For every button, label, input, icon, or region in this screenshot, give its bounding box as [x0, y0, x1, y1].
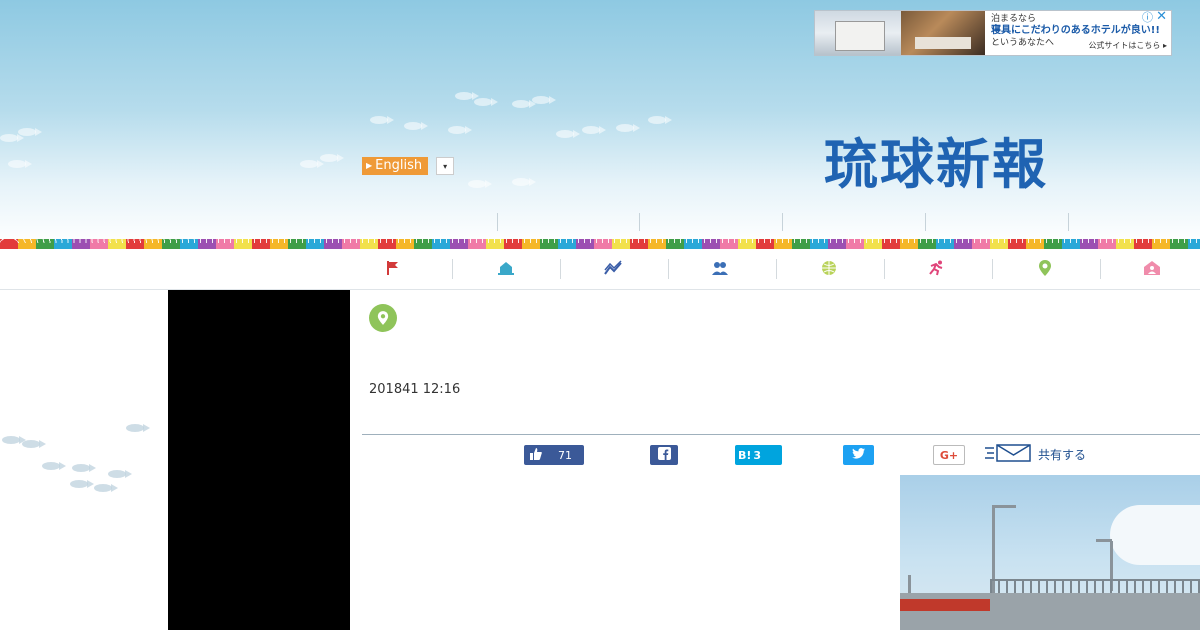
flag-icon[interactable] — [384, 259, 402, 277]
category-navigation — [0, 249, 1200, 290]
globe-icon[interactable] — [820, 259, 838, 277]
chevron-down-icon: ▾ — [443, 161, 448, 171]
play-arrow-icon: ▶ — [366, 161, 373, 170]
twitter-share-button[interactable] — [843, 445, 874, 465]
ad-text-block: 泊まるなら 寝具にこだわりのあるホテルが良い!! というあなたへ 公式サイトはこ… — [985, 11, 1171, 55]
language-label: English — [375, 158, 423, 173]
ad-hotel-room-image — [901, 11, 985, 55]
thumbs-up-icon — [530, 447, 542, 463]
top-navigation — [354, 213, 1200, 233]
hatena-count: 3 — [753, 448, 762, 462]
black-placeholder-panel — [168, 290, 350, 630]
home-icon[interactable] — [1143, 259, 1161, 277]
divider — [362, 434, 1200, 435]
share-mail-button[interactable]: 共有する — [984, 444, 1086, 465]
hatena-icon: B! — [738, 448, 752, 462]
map-pin-icon[interactable] — [1036, 259, 1054, 277]
language-dropdown-toggle[interactable]: ▾ — [436, 157, 455, 175]
share-label: 共有する — [1038, 448, 1087, 462]
ad-hotel-building-image — [815, 11, 901, 55]
map-pin-category-badge — [369, 304, 397, 332]
article-photo — [900, 475, 1200, 630]
facebook-icon — [657, 447, 671, 463]
language-selector: ▶ English ▾ — [362, 157, 455, 175]
hotel-advertisement-banner[interactable]: 泊まるなら 寝具にこだわりのあるホテルが良い!! というあなたへ 公式サイトはこ… — [814, 10, 1172, 56]
ad-line-2: 寝具にこだわりのあるホテルが良い!! — [991, 25, 1160, 36]
ad-info-icon[interactable]: ⓘ — [1142, 12, 1153, 24]
article-timestamp: 201841 12:16 — [369, 382, 461, 397]
facebook-like-button[interactable]: 71 — [524, 445, 584, 465]
ad-close-icon[interactable]: ✕ — [1156, 11, 1167, 23]
decorative-wave-band — [0, 239, 1200, 249]
envelope-icon — [984, 444, 1032, 465]
facebook-share-button[interactable] — [650, 445, 678, 465]
site-logo[interactable]: 琉球新報 — [824, 120, 1048, 199]
runner-icon[interactable] — [927, 259, 945, 277]
language-english-button[interactable]: ▶ English — [362, 157, 429, 175]
google-plus-share-button[interactable]: G+ — [933, 445, 965, 465]
ad-line-1: 泊まるなら — [991, 14, 1037, 24]
twitter-bird-icon — [852, 448, 865, 462]
ad-official-site-link[interactable]: 公式サイトはこちら ▸ — [1088, 40, 1167, 52]
map-pin-icon — [377, 311, 389, 325]
like-count: 71 — [558, 448, 572, 462]
hatena-bookmark-button[interactable]: B! 3 — [735, 445, 782, 465]
people-icon[interactable] — [711, 259, 729, 277]
chart-line-icon[interactable] — [604, 259, 622, 277]
building-icon[interactable] — [496, 259, 516, 277]
